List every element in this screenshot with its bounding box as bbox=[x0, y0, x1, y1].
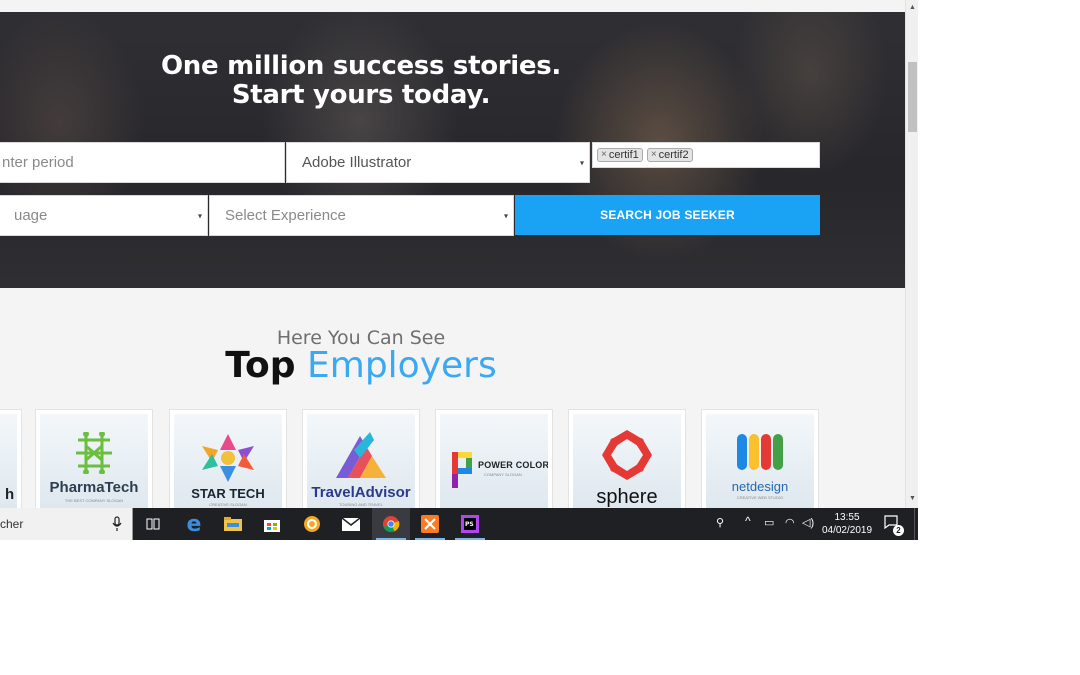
web-page: One million success stories. Start yours… bbox=[0, 0, 905, 508]
vertical-scrollbar[interactable]: ▲ ▼ bbox=[905, 0, 918, 508]
clock-date: 04/02/2019 bbox=[821, 525, 873, 536]
employer-slogan: COMPANY SLOGAN bbox=[484, 472, 522, 477]
employer-name: STAR TECH bbox=[191, 486, 265, 501]
chevron-down-icon: ▾ bbox=[503, 211, 508, 220]
startech-logo-icon bbox=[174, 432, 282, 484]
employer-name: sphere bbox=[596, 486, 658, 508]
employer-card[interactable]: netdesign CREATIVE WEB STUDIO bbox=[701, 409, 819, 508]
show-desktop-button[interactable] bbox=[914, 508, 918, 540]
employer-logo: PharmaTech THE BEST COMPANY SLOGAN bbox=[40, 414, 148, 508]
employer-logo: STAR TECH CREATIVE SLOGAN bbox=[174, 414, 282, 508]
employers-title-bold: Top bbox=[225, 345, 296, 386]
certif-tag-label: certif1 bbox=[608, 149, 639, 161]
employer-logo: TravelAdvisor TOURING AND TRAVEL bbox=[307, 414, 415, 508]
search-job-seeker-button[interactable]: SEARCH JOB SEEKER bbox=[515, 195, 820, 235]
netdesign-logo-icon bbox=[706, 434, 814, 470]
taskbar: cher e PS ⚲ ^ ▭ ◠ ◁) 13:55 04/02/2019 2 bbox=[0, 508, 918, 540]
skill-selected-value: Adobe Illustrator bbox=[302, 154, 412, 171]
sphere-logo-icon bbox=[573, 428, 681, 482]
chevron-down-icon: ▾ bbox=[197, 211, 202, 220]
employer-logo: h bbox=[0, 414, 17, 508]
taskbar-search-text: cher bbox=[0, 517, 24, 531]
employer-card[interactable]: TravelAdvisor TOURING AND TRAVEL bbox=[302, 409, 420, 508]
employer-card[interactable]: sphere bbox=[568, 409, 686, 508]
period-input[interactable]: nter period bbox=[0, 142, 285, 183]
employer-slogan: THE BEST COMPANY SLOGAN bbox=[64, 498, 124, 503]
phpstorm-icon[interactable]: PS bbox=[451, 508, 489, 540]
edge-browser-icon[interactable]: e bbox=[175, 508, 213, 540]
experience-select[interactable]: Select Experience ▾ bbox=[209, 195, 514, 236]
hero-title: One million success stories. Start yours… bbox=[0, 52, 722, 110]
certif-tag: × certif1 bbox=[597, 148, 643, 162]
chrome-icon[interactable] bbox=[372, 508, 410, 540]
pharmatech-logo-icon bbox=[40, 432, 148, 474]
traveladvisor-logo-icon bbox=[307, 430, 415, 480]
employer-name: PharmaTech bbox=[49, 479, 139, 496]
tag-remove-icon[interactable]: × bbox=[601, 149, 607, 161]
employer-card[interactable]: STAR TECH CREATIVE SLOGAN bbox=[169, 409, 287, 508]
employer-logo: sphere bbox=[573, 414, 681, 508]
mail-icon[interactable] bbox=[332, 508, 370, 540]
notification-count-badge: 2 bbox=[893, 525, 904, 536]
svg-text:PS: PS bbox=[465, 521, 474, 528]
clock[interactable]: 13:55 04/02/2019 bbox=[818, 511, 876, 537]
store-icon[interactable] bbox=[253, 508, 291, 540]
chevron-up-icon[interactable]: ^ bbox=[745, 514, 751, 528]
certification-multiselect[interactable]: × certif1 × certif2 bbox=[592, 142, 820, 168]
certif-tag-label: certif2 bbox=[658, 149, 689, 161]
clock-time: 13:55 bbox=[834, 512, 860, 523]
hero-title-line1: One million success stories. bbox=[161, 51, 561, 81]
employer-name: TravelAdvisor bbox=[311, 484, 411, 501]
file-explorer-icon[interactable] bbox=[214, 508, 252, 540]
language-placeholder: uage bbox=[14, 207, 48, 224]
microphone-icon[interactable] bbox=[112, 516, 122, 532]
employer-slogan: CREATIVE WEB STUDIO bbox=[736, 495, 784, 500]
hero-title-line2: Start yours today. bbox=[231, 80, 491, 110]
scrollbar-thumb[interactable] bbox=[908, 62, 917, 132]
certif-tag: × certif2 bbox=[646, 148, 693, 162]
language-select[interactable]: uage ▾ bbox=[0, 195, 208, 236]
taskbar-search-box[interactable]: cher bbox=[0, 508, 133, 540]
battery-icon[interactable]: ▭ bbox=[764, 516, 774, 529]
employer-name: POWER COLOR bbox=[478, 460, 548, 470]
powercolor-logo-icon bbox=[452, 452, 474, 488]
chevron-down-icon: ▾ bbox=[579, 158, 584, 167]
screen: One million success stories. Start yours… bbox=[0, 0, 918, 540]
employer-slogan: TOURING AND TRAVEL bbox=[338, 502, 383, 507]
employer-slogan: CREATIVE SLOGAN bbox=[209, 502, 247, 507]
experience-placeholder: Select Experience bbox=[225, 207, 346, 224]
scroll-up-arrow-icon[interactable]: ▲ bbox=[906, 4, 918, 11]
wifi-icon[interactable]: ◠ bbox=[785, 516, 795, 529]
employer-name: netdesign bbox=[731, 479, 789, 494]
employer-logo: POWER COLOR COMPANY SLOGAN bbox=[440, 414, 548, 508]
period-placeholder: nter period bbox=[2, 154, 74, 171]
employer-logo: netdesign CREATIVE WEB STUDIO bbox=[706, 414, 814, 508]
employer-card[interactable]: PharmaTech THE BEST COMPANY SLOGAN bbox=[35, 409, 153, 508]
skill-select[interactable]: Adobe Illustrator ▾ bbox=[286, 142, 590, 183]
employer-card[interactable]: h bbox=[0, 409, 22, 508]
scroll-down-arrow-icon[interactable]: ▼ bbox=[906, 495, 918, 502]
employers-title-colored: Employers bbox=[307, 345, 497, 386]
volume-icon[interactable]: ◁) bbox=[802, 516, 814, 529]
tag-remove-icon[interactable]: × bbox=[651, 149, 657, 161]
people-icon[interactable]: ⚲ bbox=[716, 516, 724, 529]
employers-title: Top Employers bbox=[0, 344, 722, 388]
employer-card[interactable]: POWER COLOR COMPANY SLOGAN bbox=[435, 409, 553, 508]
task-view-icon[interactable] bbox=[134, 508, 172, 540]
orange-app-icon[interactable] bbox=[293, 508, 331, 540]
employer-name: h bbox=[5, 486, 15, 503]
xampp-icon[interactable] bbox=[411, 508, 449, 540]
